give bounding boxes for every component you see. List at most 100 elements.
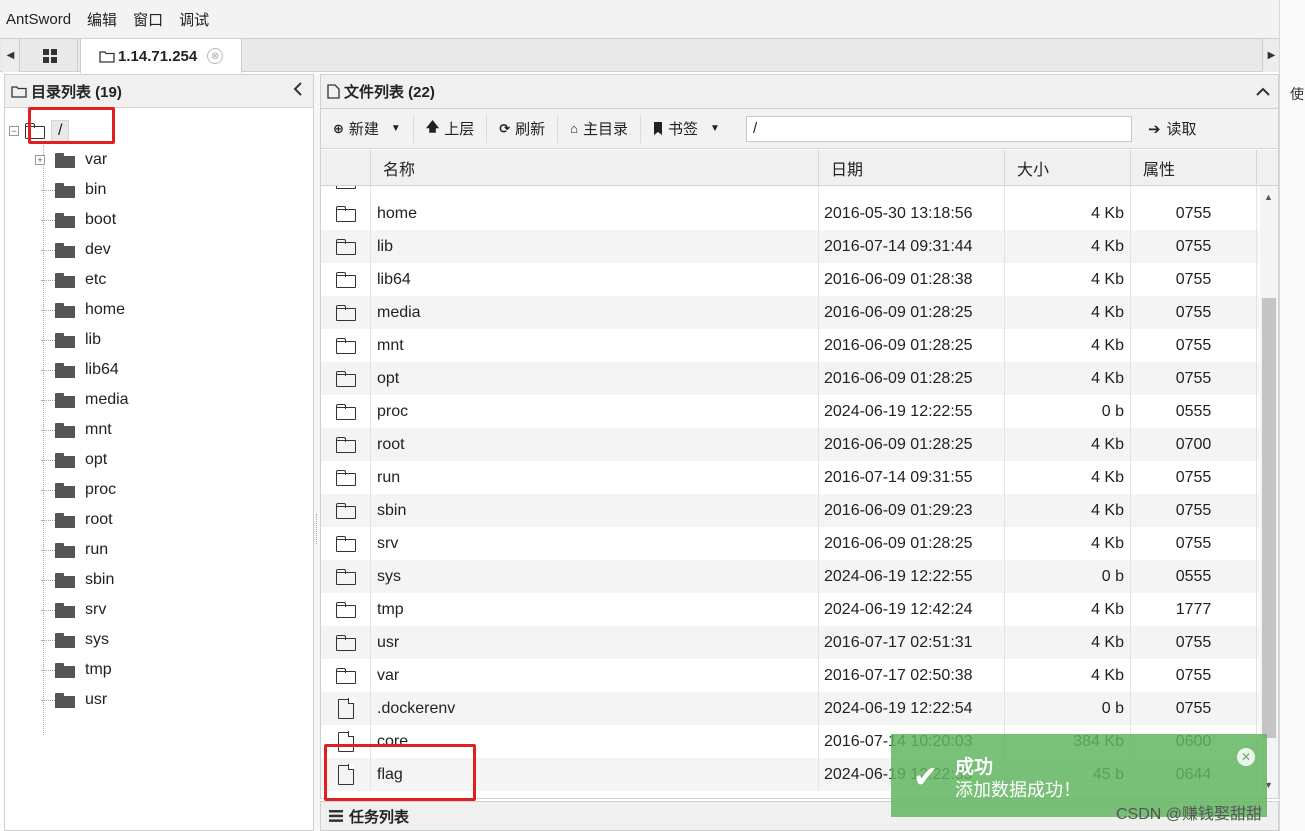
row-attr: 0700 xyxy=(1131,428,1257,461)
tree-connector xyxy=(35,549,55,551)
folder-icon xyxy=(335,634,356,651)
tree-item-etc[interactable]: etc xyxy=(35,267,106,293)
folder-icon xyxy=(335,205,356,222)
tree-branch-line xyxy=(41,279,55,281)
bookmark-button[interactable]: 书签 ▼ xyxy=(641,115,732,143)
tree-item-sys[interactable]: sys xyxy=(35,627,109,653)
table-row[interactable]: var 2016-07-17 02:50:38 4 Kb 0755 xyxy=(321,659,1259,692)
splitter-grip[interactable] xyxy=(316,514,318,544)
table-row[interactable]: etc 2024-06-19 12:22:54 4 Kb 0755 xyxy=(321,186,1259,197)
collapse-left-button[interactable] xyxy=(293,82,303,99)
tree-item-run[interactable]: run xyxy=(35,537,108,563)
column-attr[interactable]: 属性 xyxy=(1131,150,1257,186)
check-icon: ✔ xyxy=(913,761,939,794)
scroll-up-icon[interactable]: ▲ xyxy=(1264,192,1273,202)
refresh-button[interactable]: ⟳ 刷新 xyxy=(487,114,559,143)
table-row[interactable]: sys 2024-06-19 12:22:55 0 b 0555 xyxy=(321,560,1259,593)
tree-item-label: opt xyxy=(85,451,108,468)
tree-item-label: lib xyxy=(85,331,102,348)
chevron-up-icon xyxy=(1256,87,1270,96)
home-dir-button[interactable]: ⌂ 主目录 xyxy=(558,114,642,143)
tree-item-lib64[interactable]: lib64 xyxy=(35,357,119,383)
scrollbar-thumb[interactable] xyxy=(1262,298,1276,738)
tree-item-usr[interactable]: usr xyxy=(35,687,107,713)
table-row[interactable]: root 2016-06-09 01:28:25 4 Kb 0700 xyxy=(321,428,1259,461)
column-date[interactable]: 日期 xyxy=(819,150,1005,186)
table-row[interactable]: run 2016-07-14 09:31:55 4 Kb 0755 xyxy=(321,461,1259,494)
menu-edit[interactable]: 编辑 xyxy=(87,9,117,30)
tree-connector xyxy=(35,609,55,611)
folder-icon xyxy=(11,85,27,98)
row-icon-cell xyxy=(321,197,371,230)
file-icon xyxy=(327,84,340,99)
tree-item-proc[interactable]: proc xyxy=(35,477,116,503)
up-button[interactable]: 🡅 上层 xyxy=(414,114,488,143)
tree-item-opt[interactable]: opt xyxy=(35,447,107,473)
directory-panel-title: 目录列表 (19) xyxy=(31,83,122,101)
table-row[interactable]: proc 2024-06-19 12:22:55 0 b 0555 xyxy=(321,395,1259,428)
table-row[interactable]: home 2016-05-30 13:18:56 4 Kb 0755 xyxy=(321,197,1259,230)
menu-window[interactable]: 窗口 xyxy=(133,9,163,30)
table-row[interactable]: lib64 2016-06-09 01:28:38 4 Kb 0755 xyxy=(321,263,1259,296)
column-size[interactable]: 大小 xyxy=(1005,150,1131,186)
table-row[interactable]: usr 2016-07-17 02:51:31 4 Kb 0755 xyxy=(321,626,1259,659)
table-row[interactable]: srv 2016-06-09 01:28:25 4 Kb 0755 xyxy=(321,527,1259,560)
expand-icon[interactable]: + xyxy=(35,155,45,165)
row-name: var xyxy=(371,659,819,692)
menu-antsword[interactable]: AntSword xyxy=(6,11,71,28)
tree-connector xyxy=(35,429,55,431)
tab-server[interactable]: 1.14.71.254 ⊗ xyxy=(80,39,242,73)
row-name: lib64 xyxy=(371,263,819,296)
tree-branch-line xyxy=(41,579,55,581)
menu-debug[interactable]: 调试 xyxy=(179,9,209,30)
tree-item-bin[interactable]: bin xyxy=(35,177,106,203)
highlight-flag-box xyxy=(324,744,476,801)
tree-item-media[interactable]: media xyxy=(35,387,129,413)
tree-item-lib[interactable]: lib xyxy=(35,327,101,353)
folder-icon xyxy=(55,572,75,588)
close-icon[interactable]: ✕ xyxy=(1237,748,1255,766)
tree-item-root[interactable]: root xyxy=(35,507,113,533)
tab-scroll-right-button[interactable]: ▶ xyxy=(1262,39,1280,72)
tab-scroll-left-button[interactable]: ◀ xyxy=(2,39,20,72)
table-row[interactable]: opt 2016-06-09 01:28:25 4 Kb 0755 xyxy=(321,362,1259,395)
row-size: 4 Kb xyxy=(1005,197,1131,230)
tree-item-home[interactable]: home xyxy=(35,297,125,323)
tree-item-srv[interactable]: srv xyxy=(35,597,106,623)
new-button[interactable]: ⊕ 新建 ▼ xyxy=(321,114,414,143)
column-name[interactable]: 名称 xyxy=(371,150,819,186)
table-row[interactable]: tmp 2024-06-19 12:42:24 4 Kb 1777 xyxy=(321,593,1259,626)
row-name: sys xyxy=(371,560,819,593)
table-row[interactable]: .dockerenv 2024-06-19 12:22:54 0 b 0755 xyxy=(321,692,1259,725)
read-button[interactable]: ➔ 读取 xyxy=(1148,118,1197,139)
tree-item-var[interactable]: + var xyxy=(35,147,107,173)
tree-item-tmp[interactable]: tmp xyxy=(35,657,112,683)
tree-item-boot[interactable]: boot xyxy=(35,207,116,233)
table-row[interactable]: media 2016-06-09 01:28:25 4 Kb 0755 xyxy=(321,296,1259,329)
row-size: 4 Kb xyxy=(1005,329,1131,362)
tree-item-label: proc xyxy=(85,481,117,498)
folder-icon xyxy=(335,304,356,321)
collapse-icon[interactable]: − xyxy=(9,126,19,136)
tree-item-dev[interactable]: dev xyxy=(35,237,111,263)
tree-item-sbin[interactable]: sbin xyxy=(35,567,114,593)
adjacent-window-text: 使 xyxy=(1290,86,1304,102)
tab-home[interactable] xyxy=(22,39,78,72)
home-dir-button-label: 主目录 xyxy=(583,121,629,138)
collapse-file-list-button[interactable] xyxy=(1256,84,1270,100)
row-name: etc xyxy=(371,186,819,197)
folder-icon xyxy=(55,152,75,168)
path-input[interactable] xyxy=(745,115,1132,142)
table-row[interactable]: sbin 2016-06-09 01:29:23 4 Kb 0755 xyxy=(321,494,1259,527)
folder-icon xyxy=(55,212,75,228)
tab-close-icon[interactable]: ⊗ xyxy=(207,48,224,64)
tree-connector xyxy=(35,339,55,341)
folder-icon xyxy=(335,436,356,453)
table-row[interactable]: mnt 2016-06-09 01:28:25 4 Kb 0755 xyxy=(321,329,1259,362)
tree-item-mnt[interactable]: mnt xyxy=(35,417,112,443)
folder-icon xyxy=(335,403,356,420)
table-row[interactable]: lib 2016-07-14 09:31:44 4 Kb 0755 xyxy=(321,230,1259,263)
folder-icon xyxy=(55,632,75,648)
file-grid-scrollbar[interactable]: ▲ ▼ xyxy=(1260,186,1278,798)
caret-down-icon: ▼ xyxy=(390,123,401,134)
